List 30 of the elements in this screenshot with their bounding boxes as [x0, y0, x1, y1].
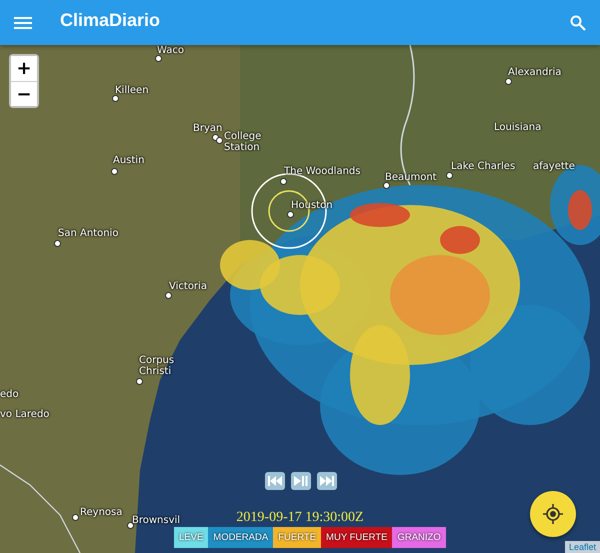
place-label: vo Laredo [0, 409, 50, 420]
place-label: Reynosa [80, 507, 122, 518]
menu-icon[interactable] [14, 16, 32, 30]
legend-item: LEVE [174, 527, 208, 548]
place-label: Killeen [115, 85, 149, 96]
radar-timestamp: 2019-09-17 19:30:00Z [236, 510, 364, 525]
place-label: San Antonio [58, 228, 118, 239]
place-label: Louisiana [494, 122, 542, 133]
skip-forward-button[interactable] [317, 472, 337, 490]
place-label: Bryan [193, 123, 222, 134]
zoom-out-button[interactable]: − [11, 81, 37, 106]
search-icon[interactable] [570, 14, 586, 30]
place-label: Waco [157, 45, 184, 56]
place-label: Alexandria [508, 67, 562, 78]
legend-item: GRANIZO [392, 527, 446, 548]
place-label: Victoria [169, 281, 207, 292]
place-label: Brownsvil [132, 515, 180, 526]
play-pause-button[interactable] [291, 472, 311, 490]
place-label: Lake Charles [451, 161, 516, 172]
skip-back-button[interactable] [265, 472, 285, 490]
place-label: Austin [113, 155, 144, 166]
app-title: ClimaDiario [60, 10, 162, 31]
place-label: afayette [533, 161, 575, 172]
crosshair-icon [543, 504, 563, 524]
legend-item: FUERTE [273, 527, 322, 548]
place-label: College Station [224, 131, 262, 153]
legend-item: MODERADA [208, 527, 274, 548]
legend-item: MUY FUERTE [321, 527, 392, 548]
place-label: edo [0, 389, 19, 400]
place-label: Corpus Christi [139, 355, 176, 377]
